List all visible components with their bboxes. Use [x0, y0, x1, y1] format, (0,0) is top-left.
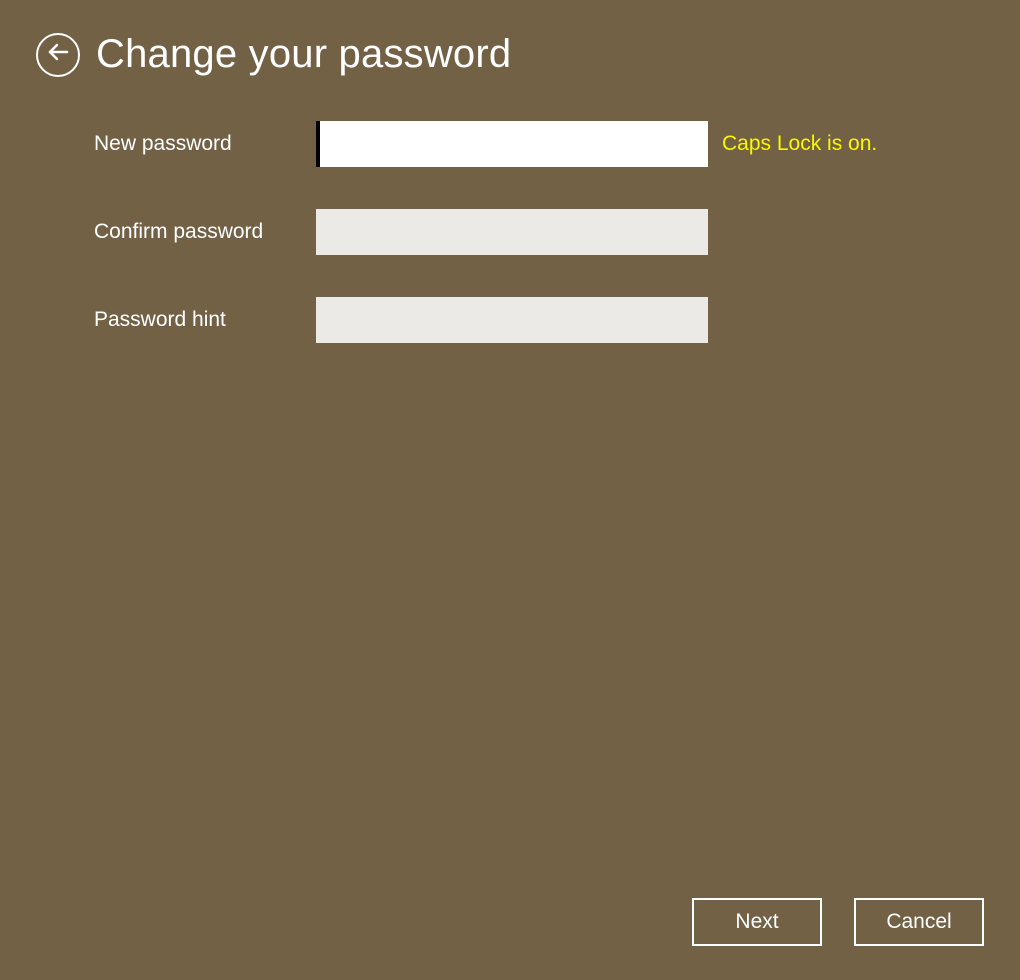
next-button[interactable]: Next [692, 898, 822, 946]
confirm-password-row: Confirm password [94, 209, 1020, 255]
confirm-password-input[interactable] [316, 209, 708, 255]
arrow-left-icon [46, 40, 70, 69]
confirm-password-label: Confirm password [94, 220, 316, 244]
password-hint-row: Password hint [94, 297, 1020, 343]
header-bar: Change your password [0, 0, 1020, 77]
password-form: New password Caps Lock is on. Confirm pa… [0, 77, 1020, 343]
cancel-button[interactable]: Cancel [854, 898, 984, 946]
caps-lock-warning: Caps Lock is on. [722, 132, 877, 156]
back-button[interactable] [36, 33, 80, 77]
new-password-input[interactable] [316, 121, 708, 167]
password-hint-label: Password hint [94, 308, 316, 332]
new-password-row: New password Caps Lock is on. [94, 121, 1020, 167]
button-bar: Next Cancel [692, 898, 984, 946]
page-title: Change your password [96, 32, 511, 77]
new-password-label: New password [94, 132, 316, 156]
password-hint-input[interactable] [316, 297, 708, 343]
